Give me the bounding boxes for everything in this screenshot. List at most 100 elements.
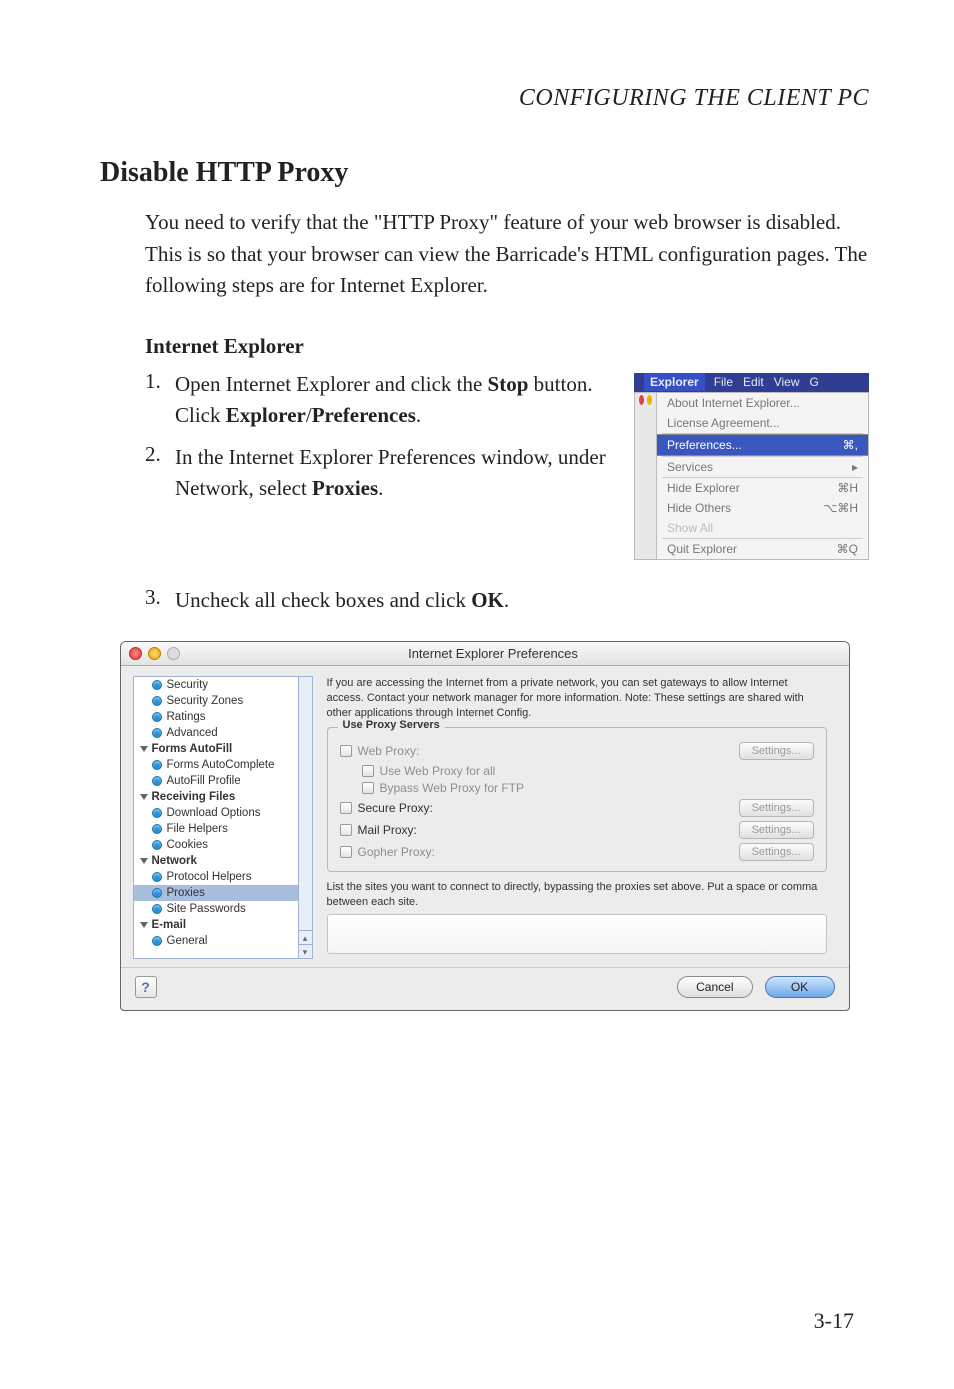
secure-proxy-checkbox[interactable] — [340, 802, 352, 814]
bullet-icon — [152, 696, 162, 706]
mail-proxy-checkbox[interactable] — [340, 824, 352, 836]
window-titlebar: Internet Explorer Preferences — [121, 642, 849, 666]
step-2: 2. In the Internet Explorer Preferences … — [145, 442, 619, 505]
preferences-footer: ? Cancel OK — [121, 967, 849, 1010]
menu-hide-explorer: Hide Explorer⌘H — [657, 478, 868, 498]
step-text: Uncheck all check boxes and click OK. — [175, 585, 869, 617]
menu-hide-others: Hide Others⌥⌘H — [657, 498, 868, 518]
menubar-view: View — [769, 375, 805, 389]
scroll-down-icon[interactable]: ▾ — [299, 944, 312, 958]
sidebar-scrollbar[interactable]: ▴ ▾ — [298, 676, 313, 959]
step-3: 3. Uncheck all check boxes and click OK. — [145, 560, 869, 617]
bypass-ftp-checkbox[interactable] — [362, 782, 374, 794]
group-title: Use Proxy Servers — [338, 719, 445, 731]
triangle-down-icon — [140, 746, 148, 752]
window-minimize-icon[interactable] — [148, 647, 161, 660]
close-icon — [639, 395, 644, 405]
page-header: CONFIGURING THE CLIENT PC — [100, 85, 869, 112]
panel-description: If you are accessing the Internet from a… — [327, 676, 827, 721]
sidebar-cat-email[interactable]: E-mail — [134, 917, 298, 933]
menu-services: Services▸ — [657, 457, 868, 477]
step-number: 1. — [145, 369, 175, 432]
sidebar-item-advanced[interactable]: Advanced — [134, 725, 298, 741]
menu-preferences[interactable]: Preferences...⌘, — [657, 434, 868, 456]
use-web-proxy-all-checkbox[interactable] — [362, 765, 374, 777]
preferences-main-panel: If you are accessing the Internet from a… — [313, 676, 837, 959]
sidebar-item-ratings[interactable]: Ratings — [134, 709, 298, 725]
bullet-icon — [152, 936, 162, 946]
header-text: CONFIGURING THE CLIENT PC — [519, 85, 869, 111]
step-text: Open Internet Explorer and click the Sto… — [175, 369, 610, 432]
menubar-edit: Edit — [738, 375, 769, 389]
sidebar-item-security-zones[interactable]: Security Zones — [134, 693, 298, 709]
bullet-icon — [152, 712, 162, 722]
bullet-icon — [152, 808, 162, 818]
step-text: In the Internet Explorer Preferences win… — [175, 442, 619, 505]
mail-proxy-label: Mail Proxy: — [358, 823, 463, 837]
ok-button[interactable]: OK — [765, 976, 835, 998]
menu-about: About Internet Explorer... — [657, 393, 868, 413]
web-proxy-settings-button[interactable]: Settings... — [739, 742, 814, 760]
page-number: 3-17 — [814, 1308, 854, 1334]
web-proxy-label: Web Proxy: — [358, 744, 463, 758]
help-button[interactable]: ? — [135, 976, 157, 998]
minimize-icon — [647, 395, 652, 405]
sidebar-item-autofill-profile[interactable]: AutoFill Profile — [134, 773, 298, 789]
bullet-icon — [152, 776, 162, 786]
sidebar-item-security[interactable]: Security — [134, 677, 298, 693]
step-number: 2. — [145, 442, 175, 505]
secure-proxy-settings-button[interactable]: Settings... — [739, 799, 814, 817]
triangle-down-icon — [140, 922, 148, 928]
sidebar-cat-forms-autofill[interactable]: Forms AutoFill — [134, 741, 298, 757]
explorer-menu-screenshot: Explorer File Edit View G About Internet… — [634, 373, 869, 560]
window-close-icon[interactable] — [129, 647, 142, 660]
section-title: Disable HTTP Proxy — [100, 157, 869, 189]
sidebar-item-general[interactable]: General — [134, 933, 298, 949]
sidebar-item-file-helpers[interactable]: File Helpers — [134, 821, 298, 837]
bullet-icon — [152, 904, 162, 914]
gopher-proxy-label: Gopher Proxy: — [358, 845, 463, 859]
sidebar-item-cookies[interactable]: Cookies — [134, 837, 298, 853]
menubar-go: G — [805, 375, 824, 389]
secure-proxy-label: Secure Proxy: — [358, 801, 463, 815]
preferences-window: Internet Explorer Preferences Security S… — [120, 641, 850, 1011]
bypass-ftp-label: Bypass Web Proxy for FTP — [380, 781, 525, 795]
bullet-icon — [152, 872, 162, 882]
mac-menubar: Explorer File Edit View G — [634, 373, 869, 392]
triangle-down-icon — [140, 858, 148, 864]
web-proxy-checkbox[interactable] — [340, 745, 352, 757]
intro-paragraph: You need to verify that the "HTTP Proxy"… — [145, 207, 869, 302]
step-number: 3. — [145, 585, 175, 617]
window-zoom-icon — [167, 647, 180, 660]
sidebar-item-site-passwords[interactable]: Site Passwords — [134, 901, 298, 917]
bullet-icon — [152, 728, 162, 738]
window-title: Internet Explorer Preferences — [186, 646, 801, 661]
gopher-proxy-settings-button[interactable]: Settings... — [739, 843, 814, 861]
preferences-sidebar: Security Security Zones Ratings Advanced… — [133, 676, 298, 959]
bullet-icon — [152, 760, 162, 770]
gopher-proxy-checkbox[interactable] — [340, 846, 352, 858]
bullet-icon — [152, 840, 162, 850]
bullet-icon — [152, 824, 162, 834]
menubar-explorer: Explorer — [644, 373, 705, 391]
mail-proxy-settings-button[interactable]: Settings... — [739, 821, 814, 839]
use-web-proxy-all-label: Use Web Proxy for all — [380, 764, 496, 778]
menu-show-all: Show All — [657, 518, 868, 538]
sidebar-cat-network[interactable]: Network — [134, 853, 298, 869]
sidebar-item-protocol-helpers[interactable]: Protocol Helpers — [134, 869, 298, 885]
sidebar-item-proxies[interactable]: Proxies — [134, 885, 298, 901]
triangle-down-icon — [140, 794, 148, 800]
bypass-sites-textarea[interactable] — [327, 914, 827, 954]
sidebar-item-download-options[interactable]: Download Options — [134, 805, 298, 821]
scroll-up-icon[interactable]: ▴ — [299, 930, 312, 944]
sidebar-cat-receiving-files[interactable]: Receiving Files — [134, 789, 298, 805]
subsection-title: Internet Explorer — [145, 334, 869, 359]
bullet-icon — [152, 680, 162, 690]
sidebar-item-forms-autocomplete[interactable]: Forms AutoComplete — [134, 757, 298, 773]
bullet-icon — [152, 888, 162, 898]
menu-quit: Quit Explorer⌘Q — [657, 539, 868, 559]
step-1: 1. Open Internet Explorer and click the … — [145, 369, 619, 432]
cancel-button[interactable]: Cancel — [677, 976, 752, 998]
menubar-file: File — [709, 375, 738, 389]
menu-license: License Agreement... — [657, 413, 868, 433]
